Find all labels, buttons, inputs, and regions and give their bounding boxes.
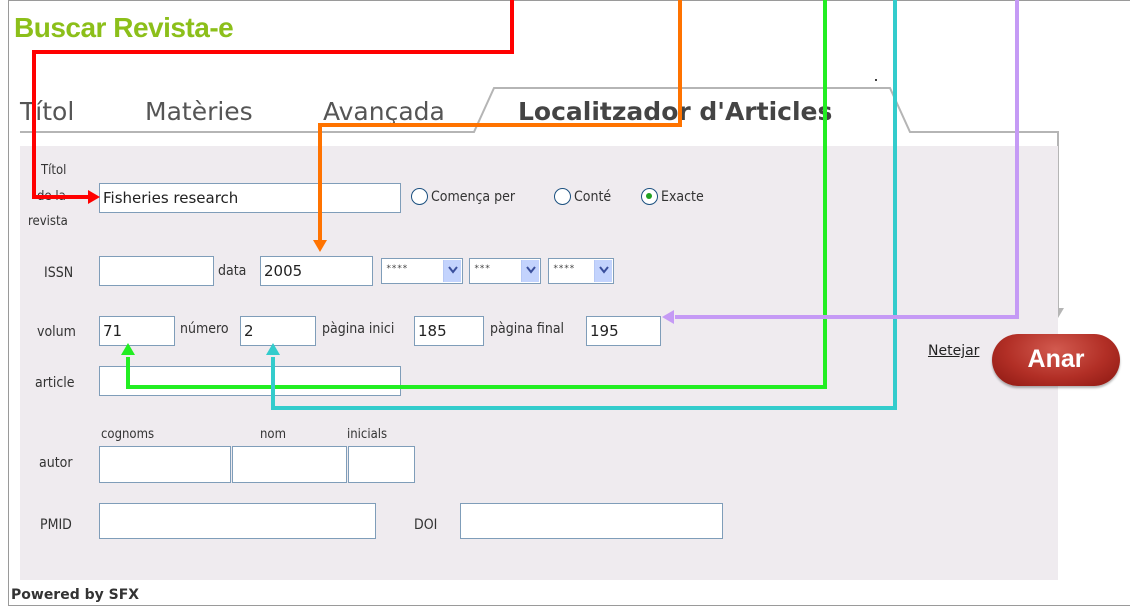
end-page-arrow	[675, 0, 1019, 319]
date-arrowhead	[313, 240, 327, 252]
issue-arrow	[271, 0, 897, 410]
annotation-arrows	[32, 0, 1019, 410]
end-page-arrowhead	[662, 310, 674, 324]
journal-title-arrow	[32, 0, 514, 199]
date-arrow	[318, 0, 682, 242]
journal-title-arrowhead	[88, 190, 100, 204]
issue-arrowhead	[266, 343, 280, 355]
volume-arrow	[126, 0, 827, 389]
volume-arrowhead	[121, 343, 135, 355]
